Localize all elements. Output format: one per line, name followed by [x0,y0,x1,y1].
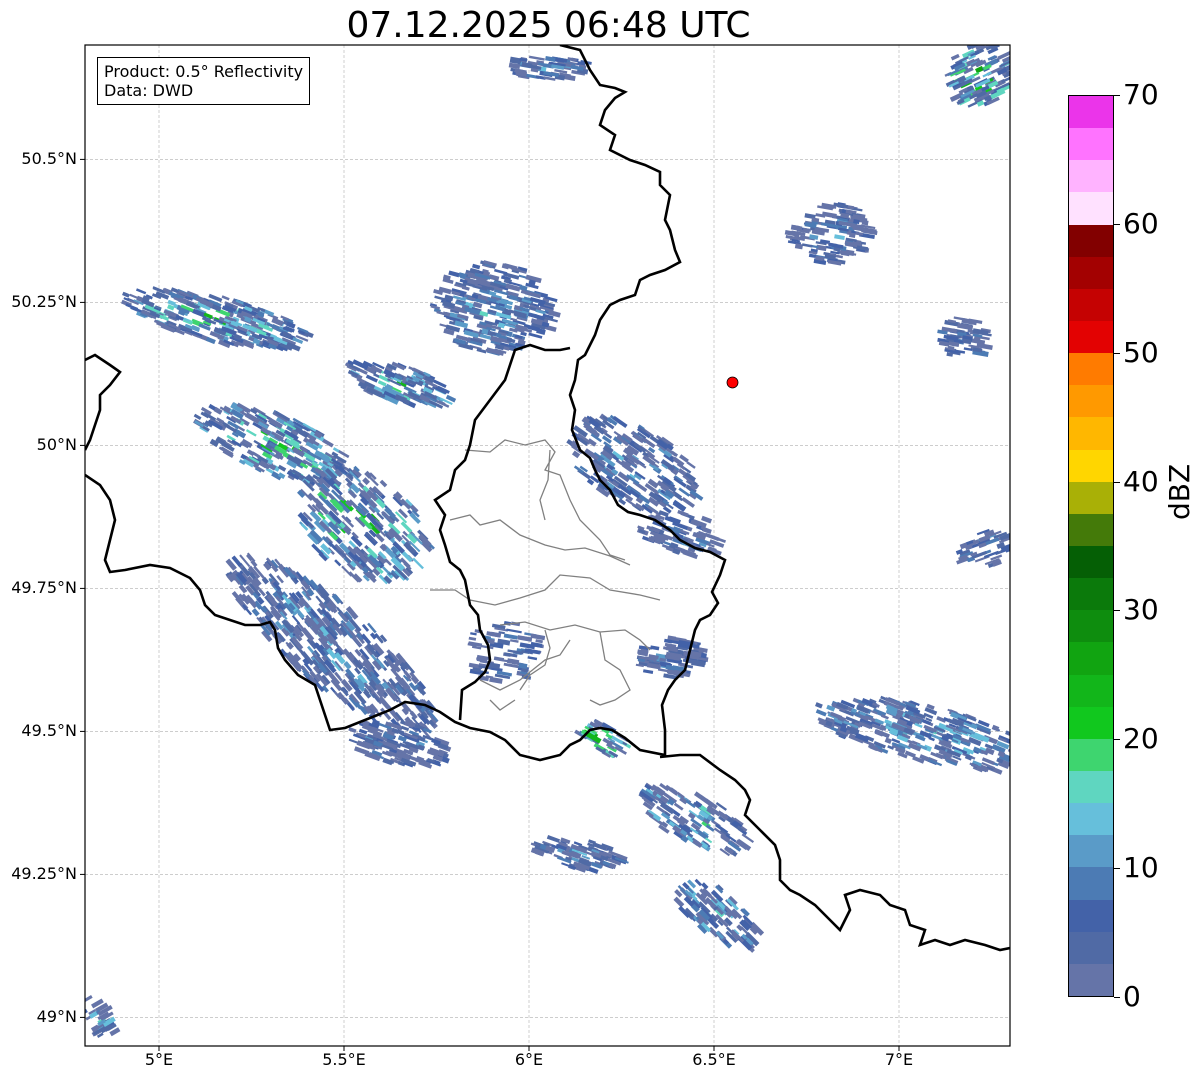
colorbar-segment [1069,835,1113,868]
echo-cell [1014,754,1022,760]
echo-cell [1021,746,1033,754]
colorbar-segment [1069,256,1113,289]
echo-cell [1018,740,1025,745]
echo-cell [1019,746,1027,751]
colorbar-segment [1069,417,1113,450]
echo-cell [1014,739,1021,744]
echo-cell [1020,759,1029,766]
colorbar-segment [1069,546,1113,579]
colorbar-tick-label: 0 [1123,980,1141,1013]
colorbar-tick [1114,223,1120,225]
lat-label: 49.75°N [11,578,77,598]
colorbar-tick-label: 40 [1123,464,1159,498]
lat-label: 50.5°N [21,149,77,169]
lon-label: 7°E [884,1050,914,1069]
echo-cell [1018,745,1029,753]
lat-label: 50.25°N [11,292,77,312]
colorbar-segment [1069,899,1113,932]
colorbar-segment [1069,931,1113,964]
lat-label: 49°N [36,1007,77,1027]
colorbar-segment [1069,385,1113,418]
echo-cell [1022,747,1029,753]
echo-cell [1009,750,1010,757]
colorbar-segment [1069,128,1113,161]
echo-cell [1017,748,1024,753]
colorbar-segment [1069,867,1113,900]
colorbar-segment [1069,449,1113,482]
colorbar-tick [1114,352,1120,354]
echo-cell [1015,751,1024,758]
echo-cell [1025,754,1034,761]
product-label: Product: 0.5° Reflectivity [104,62,304,81]
colorbar-tick [1114,481,1120,483]
colorbar-segment [1069,321,1113,354]
colorbar-segment [1069,481,1113,514]
colorbar-tick-label: 70 [1123,78,1159,111]
colorbar-tick [1114,610,1120,612]
colorbar-segment [1069,288,1113,322]
echo-cell [1010,756,1025,765]
colorbar-segment [1069,192,1113,225]
lat-label: 49.5°N [21,721,77,741]
data-source-label: Data: DWD [104,81,194,100]
colorbar-segment [1069,160,1113,193]
lon-label: 6.5°E [692,1050,736,1069]
colorbar-segment [1069,513,1113,547]
colorbar-tick [1114,95,1120,96]
echo-cell [1018,760,1030,768]
echo-cell [1018,751,1028,757]
colorbar-segment [1069,642,1113,675]
colorbar-segment [1069,706,1113,739]
colorbar-segment [1069,771,1113,804]
lon-label: 5.5°E [322,1050,366,1069]
colorbar-tick [1114,739,1120,741]
lon-label: 5°E [144,1050,174,1069]
colorbar-segment [1069,610,1113,643]
colorbar-tick-label: 10 [1123,851,1159,885]
colorbar-tick-label: 60 [1123,206,1159,240]
colorbar-tick [1114,997,1120,998]
echo-cell [1021,744,1034,753]
radar-map[interactable] [0,0,1202,1081]
echo-cell [1011,738,1021,745]
colorbar-tick-label: 30 [1123,593,1159,627]
lon-label: 6°E [514,1050,544,1069]
echo-cell [1023,756,1039,766]
colorbar-tick-label: 20 [1123,722,1159,756]
product-info-box: Product: 0.5° Reflectivity Data: DWD [97,57,311,105]
lat-label: 49.25°N [11,864,77,884]
colorbar [1068,95,1114,997]
lat-label: 50°N [36,435,77,455]
colorbar-segment [1069,96,1113,129]
colorbar-unit-label: dBZ [1163,463,1196,520]
colorbar-segment [1069,353,1113,386]
colorbar-segment [1069,674,1113,707]
colorbar-segment [1069,963,1113,996]
colorbar-tick-label: 50 [1123,335,1159,369]
location-marker[interactable] [726,376,739,389]
colorbar-segment [1069,578,1113,611]
colorbar-segment [1069,803,1113,836]
echo-cell [1021,741,1033,747]
colorbar-segment [1069,224,1113,257]
colorbar-segment [1069,738,1113,772]
echo-cell [1021,755,1031,762]
colorbar-tick [1114,868,1120,870]
